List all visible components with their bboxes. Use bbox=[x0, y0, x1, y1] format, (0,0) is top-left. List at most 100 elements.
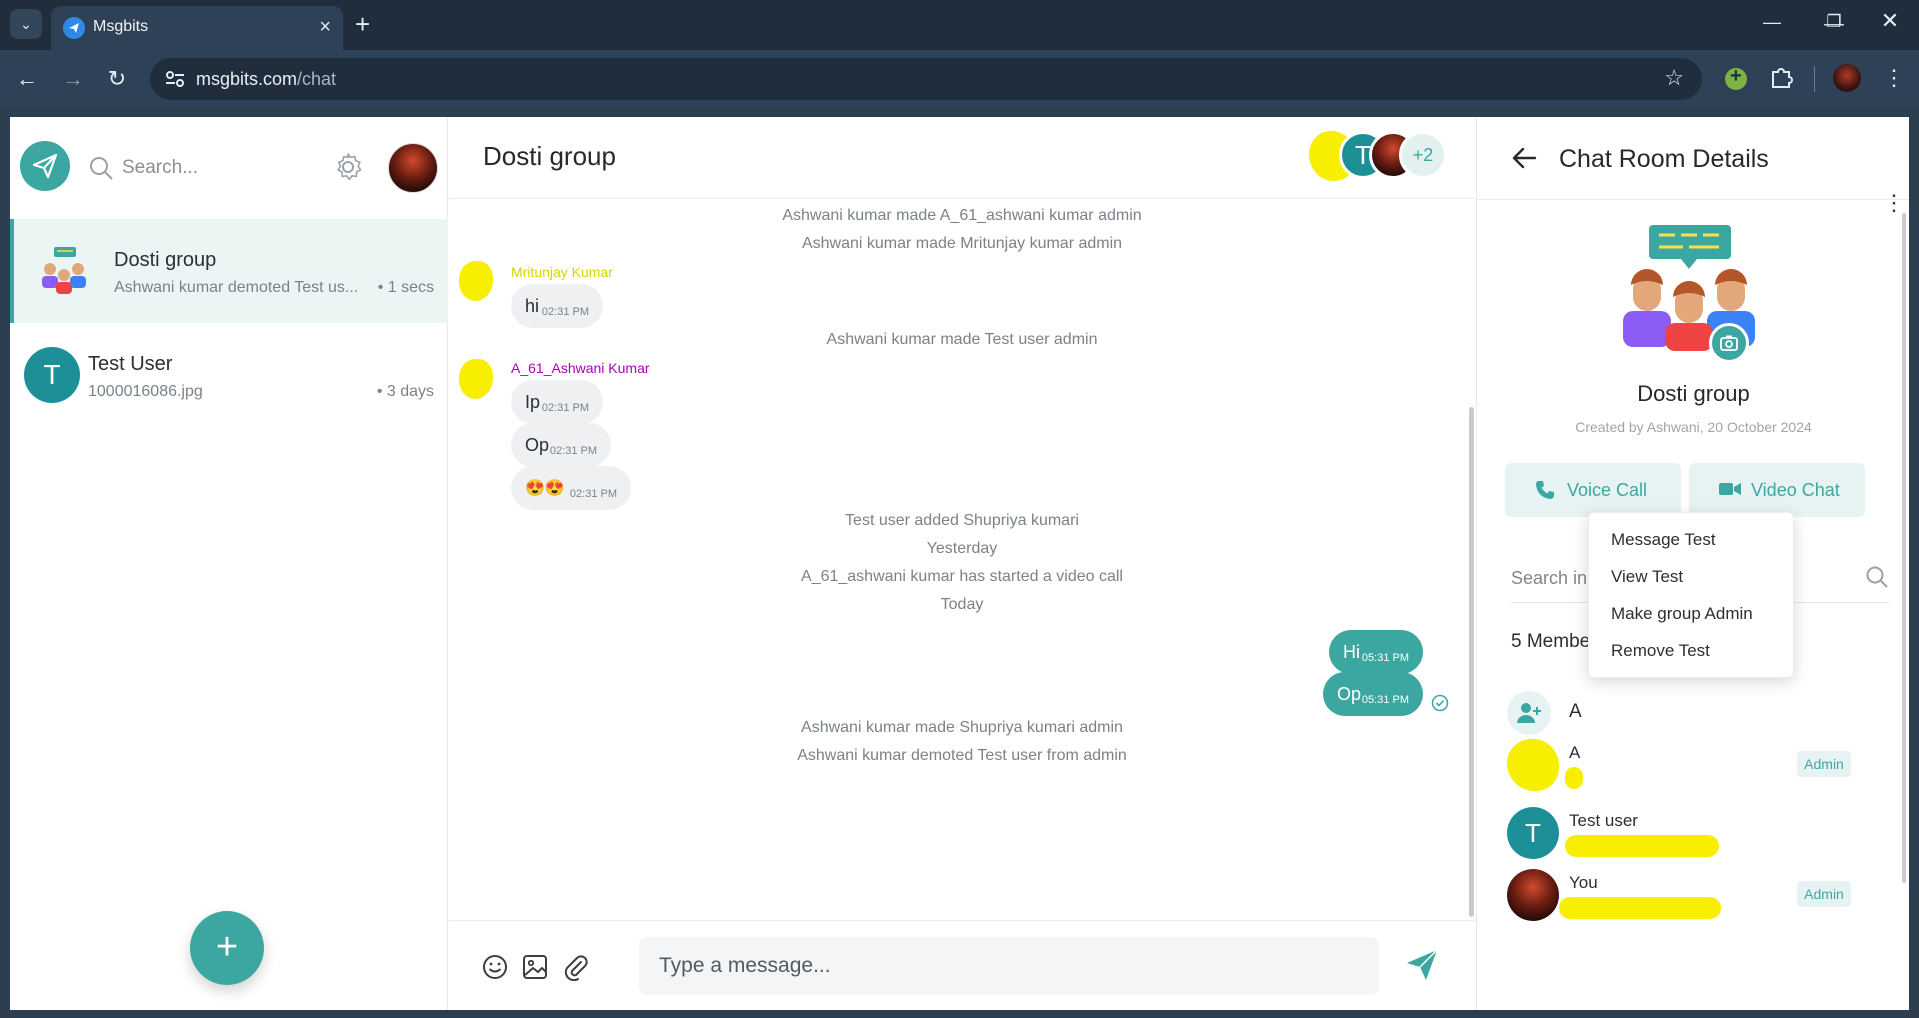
message-text: Hi bbox=[1343, 642, 1360, 662]
sender-avatar bbox=[459, 261, 493, 301]
tab-close-icon[interactable]: × bbox=[319, 15, 331, 39]
chat-panel: Dosti group T +2 Ashwani kumar made A_61… bbox=[449, 117, 1475, 1010]
system-message: Ashwani kumar made Shupriya kumari admin bbox=[801, 719, 1123, 736]
browser-tab-bar: ⌄ Msgbits × + — bbox=[0, 0, 1919, 50]
admin-badge: Admin bbox=[1797, 881, 1851, 907]
message-text: Op bbox=[1337, 684, 1362, 704]
member-avatar bbox=[1507, 869, 1559, 921]
group-avatar-icon bbox=[42, 247, 86, 294]
conversation-time: • 1 secs bbox=[377, 279, 434, 296]
menu-item-remove[interactable]: Remove Test bbox=[1611, 641, 1710, 661]
back-icon[interactable]: ← bbox=[12, 65, 42, 93]
more-options-icon[interactable]: ⋮ bbox=[1883, 192, 1905, 214]
my-message-bubble[interactable]: Hi 05:31 PM bbox=[1329, 630, 1423, 674]
read-receipt-icon bbox=[1431, 694, 1449, 712]
conversation-snippet: Ashwani kumar demoted Test us... bbox=[114, 279, 359, 296]
message-time: 02:31 PM bbox=[569, 488, 617, 500]
redaction-mark bbox=[1559, 897, 1721, 919]
message-input[interactable] bbox=[639, 937, 1379, 995]
conversation-avatar: T bbox=[24, 347, 80, 403]
conversation-name: Test User bbox=[88, 353, 173, 375]
chat-header: Dosti group T +2 bbox=[449, 117, 1475, 199]
message-scrollbar[interactable] bbox=[1469, 407, 1474, 917]
message-time: 05:31 PM bbox=[1361, 694, 1409, 706]
add-member-icon[interactable] bbox=[1507, 691, 1551, 735]
emoji-icon[interactable] bbox=[481, 953, 509, 981]
image-icon[interactable] bbox=[521, 953, 549, 981]
message-text: Ip bbox=[525, 392, 541, 412]
send-icon[interactable] bbox=[1404, 947, 1440, 983]
admin-badge: Admin bbox=[1797, 751, 1851, 777]
search-icon[interactable] bbox=[1865, 565, 1889, 589]
message-time: 02:31 PM bbox=[549, 445, 597, 457]
menu-item-make-admin[interactable]: Make group Admin bbox=[1611, 604, 1753, 624]
site-info-icon[interactable] bbox=[164, 69, 186, 89]
video-camera-icon bbox=[1719, 483, 1741, 495]
sender-name: Mritunjay Kumar bbox=[511, 264, 613, 280]
add-member-label[interactable]: A bbox=[1569, 701, 1582, 723]
message-time: 05:31 PM bbox=[1361, 652, 1409, 664]
conversation-sidebar: Dosti group Ashwani kumar demoted Test u… bbox=[10, 117, 448, 1010]
message-bubble[interactable]: Op 02:31 PM bbox=[511, 423, 611, 467]
url-text: msgbits.com/chat bbox=[196, 69, 337, 89]
redaction-mark bbox=[1565, 835, 1719, 857]
browser-menu-icon[interactable]: ⋮ bbox=[1883, 64, 1905, 92]
more-participants-count: +2 bbox=[1399, 131, 1447, 179]
bookmark-star-icon[interactable]: ☆ bbox=[1664, 65, 1684, 91]
new-chat-button[interactable]: + bbox=[190, 911, 264, 985]
minimize-icon[interactable]: — bbox=[1752, 8, 1792, 36]
group-name: Dosti group bbox=[1637, 381, 1750, 406]
message-bubble[interactable]: Ip 02:31 PM bbox=[511, 380, 603, 424]
conversation-time: • 3 days bbox=[376, 383, 434, 400]
my-message-bubble[interactable]: Op 05:31 PM bbox=[1323, 672, 1423, 716]
group-created-info: Created by Ashwani, 20 October 2024 bbox=[1575, 419, 1812, 435]
message-composer bbox=[449, 920, 1475, 1010]
system-message: Test user added Shupriya kumari bbox=[845, 512, 1079, 529]
address-bar[interactable]: msgbits.com/chat ☆ bbox=[150, 58, 1702, 100]
voice-call-button[interactable]: Voice Call bbox=[1505, 463, 1681, 517]
forward-icon[interactable]: → bbox=[58, 65, 88, 93]
conversation-item-test-user[interactable]: T Test User 1000016086.jpg • 3 days bbox=[10, 323, 448, 427]
extension-icon[interactable] bbox=[1725, 65, 1747, 90]
browser-tab[interactable]: Msgbits × bbox=[51, 6, 343, 50]
details-title: Chat Room Details bbox=[1559, 145, 1769, 173]
tab-search-button[interactable]: ⌄ bbox=[10, 9, 42, 39]
details-scrollbar[interactable] bbox=[1902, 213, 1906, 883]
sidebar-search[interactable] bbox=[88, 153, 308, 183]
date-separator: Yesterday bbox=[926, 540, 998, 557]
new-tab-button[interactable]: + bbox=[355, 11, 370, 37]
sidebar-search-input[interactable] bbox=[122, 153, 302, 183]
message-text: 😍😍 bbox=[525, 480, 565, 497]
member-avatar bbox=[1507, 739, 1559, 791]
conversation-name: Dosti group bbox=[114, 249, 217, 271]
menu-item-view[interactable]: View Test bbox=[1611, 567, 1683, 587]
member-row[interactable]: T Test user bbox=[1507, 807, 1907, 867]
video-chat-label: Video Chat bbox=[1751, 480, 1840, 500]
message-bubble[interactable]: hi 02:31 PM bbox=[511, 284, 603, 328]
back-arrow-icon[interactable] bbox=[1511, 145, 1537, 171]
member-avatar: T bbox=[1507, 807, 1559, 859]
members-count-label: 5 Membe bbox=[1511, 631, 1591, 652]
change-photo-camera-icon[interactable] bbox=[1709, 323, 1749, 363]
my-profile-avatar[interactable] bbox=[388, 143, 438, 193]
system-message: Ashwani kumar made Mritunjay kumar admin bbox=[801, 235, 1123, 252]
gear-icon[interactable] bbox=[332, 151, 364, 183]
member-row[interactable]: You Admin bbox=[1507, 869, 1907, 929]
system-message: Ashwani kumar demoted Test user from adm… bbox=[797, 747, 1127, 764]
msgbits-logo-icon[interactable] bbox=[20, 141, 70, 191]
restore-icon[interactable]: ❐ bbox=[1814, 8, 1854, 36]
conversation-item-dosti-group[interactable]: Dosti group Ashwani kumar demoted Test u… bbox=[10, 219, 448, 323]
system-message: A_61_ashwani kumar has started a video c… bbox=[801, 568, 1123, 585]
message-text: Op bbox=[525, 435, 550, 455]
message-bubble[interactable]: 😍😍 02:31 PM bbox=[511, 466, 631, 510]
menu-item-message[interactable]: Message Test bbox=[1611, 530, 1716, 550]
browser-profile-avatar[interactable] bbox=[1833, 64, 1861, 92]
close-window-icon[interactable]: ✕ bbox=[1870, 7, 1910, 35]
extensions-puzzle-icon[interactable] bbox=[1768, 64, 1794, 90]
divider bbox=[1477, 199, 1909, 200]
member-row[interactable]: A Admin bbox=[1507, 739, 1907, 799]
video-chat-button[interactable]: Video Chat bbox=[1689, 463, 1865, 517]
participant-avatars[interactable]: T +2 bbox=[1309, 131, 1449, 183]
reload-icon[interactable]: ↻ bbox=[102, 65, 132, 93]
attachment-icon[interactable] bbox=[561, 953, 589, 981]
